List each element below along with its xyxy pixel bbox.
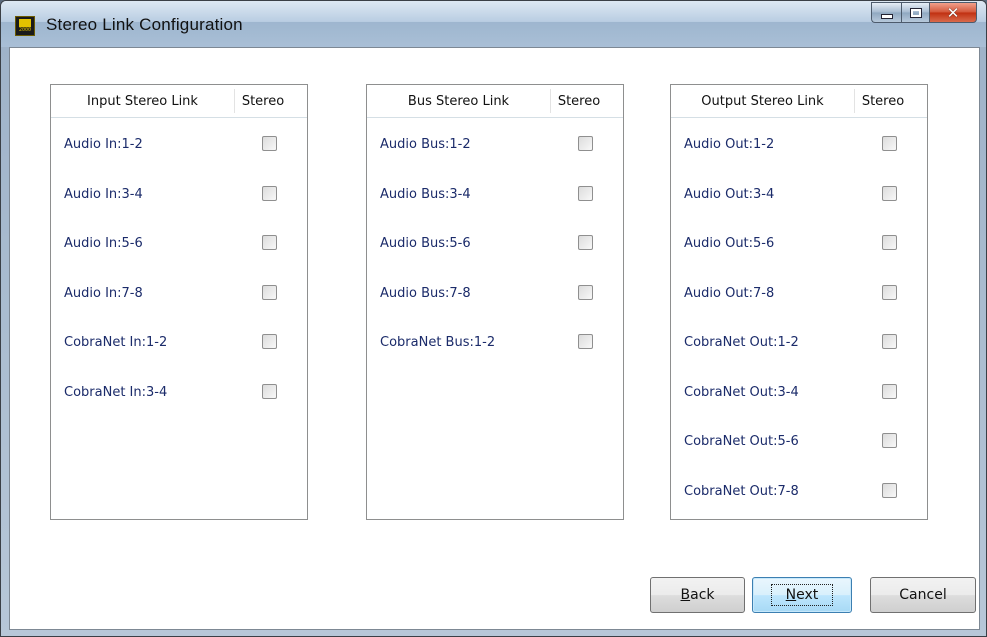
close-button[interactable]: ✕ — [929, 2, 977, 23]
input-stereo-checkbox[interactable] — [262, 334, 277, 349]
bus-stereo-checkbox[interactable] — [578, 185, 593, 201]
bus-link-label: CobraNet Bus:1-2 — [380, 335, 496, 350]
input-stereo-checkbox[interactable] — [262, 284, 277, 300]
bus-link-label: Audio Bus:5-6 — [380, 236, 471, 251]
close-icon: ✕ — [946, 3, 960, 22]
output-link-label: CobraNet Out:7-8 — [684, 483, 799, 499]
input-link-row: Audio In:3-4 — [51, 172, 307, 220]
title-bar[interactable]: 2000 Stereo Link Configuration ✕ — [1, 1, 986, 47]
caption-buttons: ✕ — [871, 2, 977, 24]
bus-stereo-column-header: Stereo — [557, 93, 601, 109]
input-link-label: Audio In:3-4 — [64, 186, 143, 202]
output-stereo-checkbox[interactable] — [882, 334, 897, 349]
output-stereo-checkbox[interactable] — [882, 136, 897, 151]
output-link-label: Audio Out:3-4 — [684, 186, 775, 202]
minimize-button[interactable] — [871, 2, 901, 23]
bus-link-label: Audio Bus:1-2 — [380, 137, 471, 152]
input-stereo-checkbox[interactable] — [262, 185, 277, 201]
input-link-label: CobraNet In:3-4 — [64, 384, 168, 400]
input-link-label: Audio In:5-6 — [64, 236, 143, 251]
output-stereo-checkbox[interactable] — [882, 482, 897, 498]
maximize-button[interactable] — [901, 2, 929, 23]
output-link-label: Audio Out:7-8 — [684, 285, 775, 301]
output-stereo-checkbox[interactable] — [882, 383, 897, 399]
cancel-button[interactable]: Cancel — [870, 577, 976, 613]
next-button[interactable]: Next — [752, 577, 852, 613]
bus-link-row: Audio Bus:3-4 — [367, 172, 623, 220]
output-link-row: CobraNet Out:3-4 — [671, 370, 927, 418]
output-link-row: Audio Out:5-6 — [671, 221, 927, 269]
back-button-label: Back — [680, 587, 715, 603]
input-link-row: CobraNet In:3-4 — [51, 370, 307, 418]
bus-link-row: Audio Bus:5-6 — [367, 221, 623, 269]
output-link-label: CobraNet Out:5-6 — [684, 434, 799, 449]
input-link-row: Audio In:7-8 — [51, 271, 307, 319]
output-link-row: Audio Out:1-2 — [671, 122, 927, 170]
output-link-row: Audio Out:3-4 — [671, 172, 927, 220]
input-stereo-checkbox[interactable] — [262, 136, 277, 151]
maximize-icon — [909, 7, 922, 18]
input-stereo-link-column-header: Input Stereo Link — [87, 93, 198, 109]
bus-link-row: Audio Bus:7-8 — [367, 271, 623, 319]
bus-stereo-checkbox[interactable] — [578, 136, 593, 151]
output-stereo-checkbox[interactable] — [882, 284, 897, 300]
output-link-row: CobraNet Out:1-2 — [671, 320, 927, 368]
bus-stereo-checkbox[interactable] — [578, 235, 593, 250]
bus-link-row: CobraNet Bus:1-2 — [367, 320, 623, 368]
back-button[interactable]: Back — [650, 577, 745, 613]
input-link-label: Audio In:7-8 — [64, 285, 143, 301]
output-link-row: CobraNet Out:5-6 — [671, 419, 927, 467]
output-panel-header: Output Stereo Link Stereo — [671, 85, 927, 118]
dialog-client-area: Input Stereo Link Stereo Audio In:1-2 Aud… — [9, 47, 980, 630]
window-title: Stereo Link Configuration — [46, 15, 243, 34]
bus-stereo-checkbox[interactable] — [578, 334, 593, 349]
bus-stereo-link-panel: Bus Stereo Link Stereo Audio Bus:1-2 Audi… — [366, 84, 624, 520]
app-logo-icon: 2000 — [15, 16, 35, 36]
output-link-label: CobraNet Out:1-2 — [684, 335, 799, 350]
input-stereo-checkbox[interactable] — [262, 383, 277, 399]
bus-panel-header: Bus Stereo Link Stereo — [367, 85, 623, 118]
output-stereo-checkbox[interactable] — [882, 433, 897, 448]
output-stereo-link-column-header: Output Stereo Link — [701, 93, 824, 109]
bus-link-label: Audio Bus:7-8 — [380, 285, 471, 301]
input-link-label: Audio In:1-2 — [64, 137, 143, 152]
bus-stereo-link-column-header: Bus Stereo Link — [407, 93, 510, 109]
next-button-label: Next — [770, 584, 834, 606]
dialog-window: 2000 Stereo Link Configuration ✕ Input S… — [0, 0, 987, 637]
output-stereo-checkbox[interactable] — [882, 235, 897, 250]
input-link-row: Audio In:5-6 — [51, 221, 307, 269]
output-link-label: CobraNet Out:3-4 — [684, 384, 799, 400]
input-panel-header: Input Stereo Link Stereo — [51, 85, 307, 118]
input-link-label: CobraNet In:1-2 — [64, 335, 168, 350]
output-link-row: CobraNet Out:7-8 — [671, 469, 927, 517]
input-stereo-link-panel: Input Stereo Link Stereo Audio In:1-2 Aud… — [50, 84, 308, 520]
output-stereo-column-header: Stereo — [861, 93, 905, 109]
minimize-icon — [880, 14, 893, 19]
output-link-label: Audio Out:1-2 — [684, 137, 775, 152]
input-link-row: Audio In:1-2 — [51, 122, 307, 170]
bus-stereo-checkbox[interactable] — [578, 284, 593, 300]
output-link-label: Audio Out:5-6 — [684, 236, 775, 251]
output-link-row: Audio Out:7-8 — [671, 271, 927, 319]
output-stereo-checkbox[interactable] — [882, 185, 897, 201]
bus-link-label: Audio Bus:3-4 — [380, 186, 471, 202]
input-stereo-checkbox[interactable] — [262, 235, 277, 250]
bus-link-row: Audio Bus:1-2 — [367, 122, 623, 170]
input-link-row: CobraNet In:1-2 — [51, 320, 307, 368]
output-stereo-link-panel: Output Stereo Link Stereo Audio Out:1-2 A… — [670, 84, 928, 520]
input-stereo-column-header: Stereo — [241, 93, 285, 109]
